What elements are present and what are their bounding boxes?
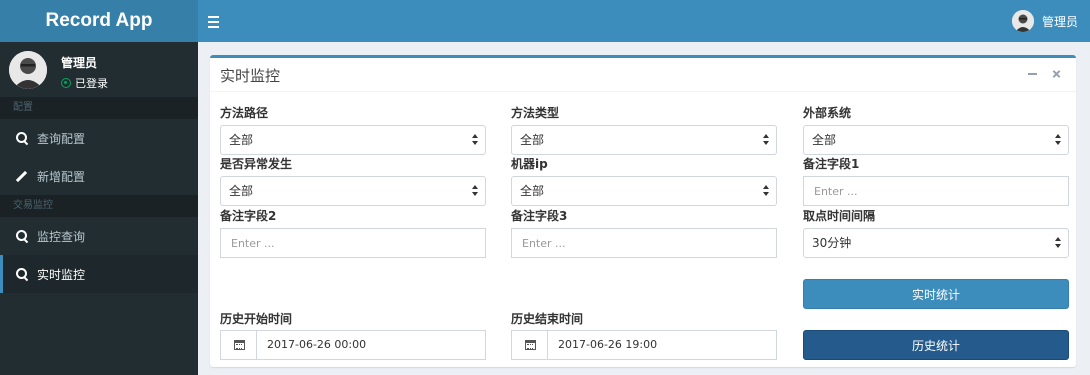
method-type-label: 方法类型 [511,106,560,120]
select-caret-icon [472,134,479,147]
user-menu-name: 管理员 [1041,14,1078,29]
search-icon [15,267,29,281]
sidebar-item-label: 实时监控 [37,267,86,282]
panel-tools [1028,69,1062,79]
external-system-label: 外部系统 [803,106,852,120]
external-system-select[interactable]: 全部 [803,125,1069,155]
method-path-value: 全部 [229,133,254,147]
history-end-picker[interactable]: 2017-06-26 19:00 [511,330,777,360]
search-icon [15,229,29,243]
select-caret-icon [763,134,770,147]
sidebar: 管理员 已登录 配置 查询配置 新增配置 交易监控 监控查询 实时监控 [0,42,198,375]
calendar-button[interactable] [512,331,548,359]
select-caret-icon [763,185,770,198]
menu-header-config: 配置 [0,97,198,119]
history-end-value[interactable]: 2017-06-26 19:00 [548,331,776,359]
history-start-picker[interactable]: 2017-06-26 00:00 [220,330,486,360]
sidebar-item-add-config[interactable]: 新增配置 [0,157,198,195]
machine-ip-value: 全部 [520,184,545,198]
calendar-icon [234,340,245,350]
select-caret-icon [472,185,479,198]
history-end-label: 历史结束时间 [511,312,584,326]
pencil-icon [15,169,29,183]
close-icon[interactable] [1052,69,1062,79]
history-stats-button[interactable]: 历史统计 [803,330,1069,360]
is-exception-label: 是否异常发生 [220,157,293,171]
realtime-stats-button[interactable]: 实时统计 [803,279,1069,309]
collapse-icon[interactable] [1028,69,1038,79]
method-type-select[interactable]: 全部 [511,125,777,155]
remark2-input[interactable] [220,228,486,258]
sidebar-item-label: 新增配置 [37,169,86,184]
machine-ip-select[interactable]: 全部 [511,176,777,206]
realtime-monitor-panel: 实时监控 方法路径 全部 方法类型 全部 外部系统 全部 是否异常发生 全部 机… [210,55,1076,367]
remark1-label: 备注字段1 [803,157,860,171]
remark3-input[interactable] [511,228,777,258]
sidebar-item-label: 监控查询 [37,229,86,244]
history-start-value[interactable]: 2017-06-26 00:00 [257,331,485,359]
sidebar-item-realtime-monitor[interactable]: 实时监控 [0,255,198,293]
is-exception-select[interactable]: 全部 [220,176,486,206]
user-status-label: 已登录 [75,77,108,90]
menu-toggle-icon[interactable] [208,11,222,31]
sidebar-item-monitor-query[interactable]: 监控查询 [0,217,198,255]
method-path-select[interactable]: 全部 [220,125,486,155]
panel-header: 实时监控 [210,58,1076,92]
search-icon [15,131,29,145]
external-system-value: 全部 [812,133,837,147]
main-content: 实时监控 方法路径 全部 方法类型 全部 外部系统 全部 是否异常发生 全部 机… [198,42,1090,375]
history-start-label: 历史开始时间 [220,312,293,326]
user-avatar [9,51,47,89]
interval-value: 30分钟 [812,236,852,250]
user-status: 已登录 [61,75,108,91]
app-logo[interactable]: Record App [0,0,198,42]
method-path-label: 方法路径 [220,106,269,120]
calendar-icon [525,340,536,350]
method-type-value: 全部 [520,133,545,147]
online-status-icon [61,78,71,88]
remark3-label: 备注字段3 [511,209,568,223]
remark2-label: 备注字段2 [220,209,277,223]
avatar [1011,10,1034,32]
user-menu[interactable]: 管理员 [1011,0,1078,42]
sidebar-item-query-config[interactable]: 查询配置 [0,119,198,157]
calendar-button[interactable] [221,331,257,359]
sidebar-item-label: 查询配置 [37,131,86,146]
machine-ip-label: 机器ip [511,157,548,171]
panel-title: 实时监控 [220,67,281,85]
user-panel: 管理员 已登录 [0,42,198,97]
interval-label: 取点时间间隔 [803,209,876,223]
interval-select[interactable]: 30分钟 [803,228,1069,258]
select-caret-icon [1055,134,1062,147]
is-exception-value: 全部 [229,184,254,198]
remark1-input[interactable] [803,176,1069,206]
menu-header-monitoring: 交易监控 [0,195,198,217]
select-caret-icon [1055,237,1062,250]
user-panel-name: 管理员 [61,56,98,70]
top-navbar: 管理员 [198,0,1090,42]
